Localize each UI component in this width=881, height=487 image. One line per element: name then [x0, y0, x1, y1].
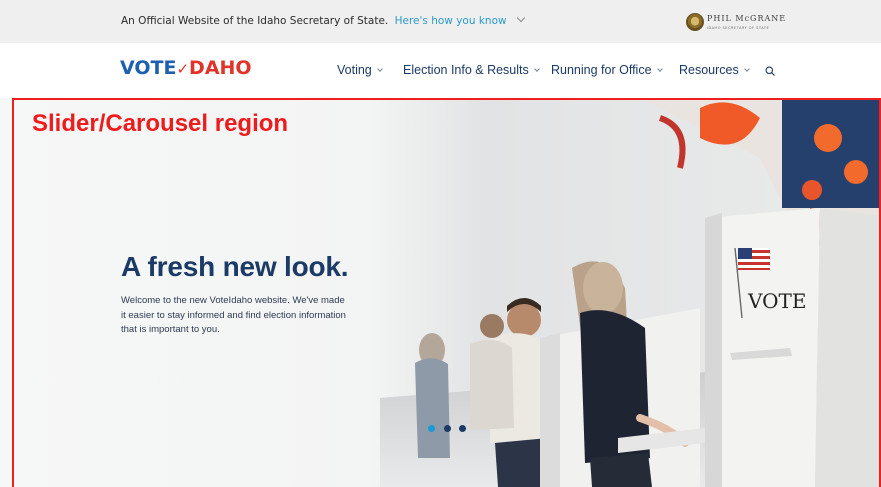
hero-description: Welcome to the new VoteIdaho website. We… [121, 295, 346, 335]
booth-vote-sign: VOTE [747, 289, 806, 313]
chevron-down-icon[interactable] [516, 13, 526, 23]
chevron-down-icon [533, 66, 540, 72]
nav-item-label: Resources [679, 63, 739, 77]
logo-vote-text: VOTE [120, 57, 177, 79]
nav-item-label: Voting [337, 63, 372, 77]
nav-item-label: Election Info & Results [403, 63, 529, 77]
chevron-down-icon [376, 66, 383, 72]
carousel-dot-2[interactable] [444, 425, 451, 432]
secretary-name: PHIL McGRANE [707, 14, 787, 23]
nav-item-running-for-office[interactable]: Running for Office [551, 63, 663, 77]
carousel-dot-1[interactable] [428, 425, 435, 432]
carousel-dot-3[interactable] [459, 425, 466, 432]
hero-photo: VOTE [0, 98, 881, 487]
hero-carousel[interactable]: VOTE Slider/Carousel region A fresh new … [0, 98, 881, 487]
official-statement: An Official Website of the Idaho Secreta… [121, 15, 389, 27]
hero-title: A fresh new look. [121, 251, 349, 282]
nav-item-label: Running for Office [551, 63, 652, 77]
nav-item-resources[interactable]: Resources [679, 63, 750, 77]
chevron-down-icon [656, 66, 663, 72]
nav-item-election-info[interactable]: Election Info & Results [403, 63, 540, 77]
official-banner-text: An Official Website of the Idaho Secreta… [121, 13, 526, 27]
chevron-down-icon [743, 66, 750, 72]
logo-idaho-text: DAHO [189, 57, 252, 79]
nav-item-voting[interactable]: Voting [337, 63, 383, 77]
secretary-title: IDAHO SECRETARY OF STATE [707, 26, 770, 30]
search-icon[interactable] [765, 66, 775, 76]
official-banner: An Official Website of the Idaho Secreta… [0, 0, 881, 43]
main-nav: VOTE✓DAHO Voting Election Info & Results… [0, 43, 881, 98]
voteidaho-logo[interactable]: VOTE✓DAHO [120, 58, 252, 79]
slider-region-label: Slider/Carousel region [32, 110, 289, 137]
heres-how-you-know-link[interactable]: Here's how you know [395, 15, 507, 27]
logo-check-icon: ✓ [176, 60, 190, 78]
state-seal-icon [686, 13, 704, 31]
